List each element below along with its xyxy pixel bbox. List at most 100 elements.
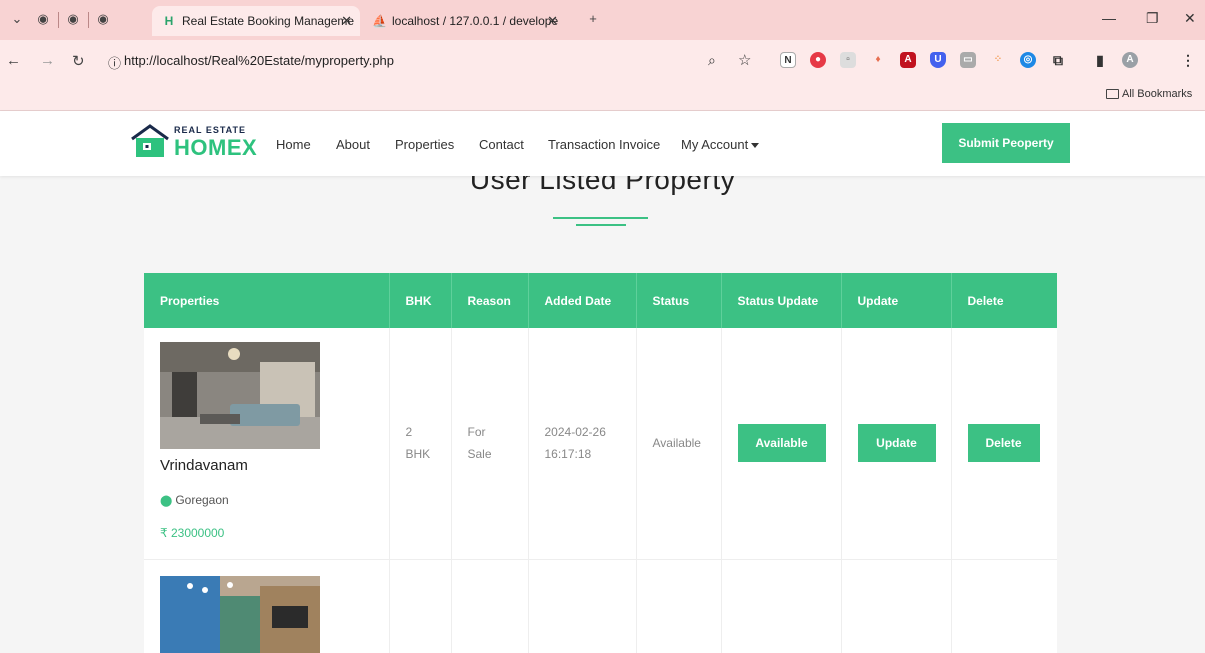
heading-underline <box>553 217 648 219</box>
bhk-cell: 2 BHK <box>389 328 452 560</box>
restore-icon[interactable]: ❐ <box>1146 10 1159 27</box>
forward-icon[interactable]: → <box>40 52 55 69</box>
house-logo-icon[interactable] <box>130 123 170 159</box>
property-cell <box>144 559 390 653</box>
folder-icon <box>1106 89 1119 99</box>
nav-about[interactable]: About <box>336 137 370 152</box>
status-cell <box>636 559 722 653</box>
submit-property-button[interactable]: Submit Peoperty <box>942 123 1070 163</box>
table-row: Vrindavanam ⬤ Goregaon ₹ 23000000 2 BHK Fo… <box>144 328 1057 560</box>
close-tab-icon[interactable]: ✕ <box>547 6 558 36</box>
divider <box>58 12 59 28</box>
column-header: Delete <box>951 273 1057 328</box>
minimize-icon[interactable]: — <box>1102 10 1116 26</box>
column-header: BHK <box>389 273 452 328</box>
delete-button[interactable]: Delete <box>967 424 1040 463</box>
nav-home[interactable]: Home <box>276 137 311 152</box>
extension-icon[interactable]: ♦ <box>870 52 886 68</box>
tab-real-estate[interactable]: H Real Estate Booking Manageme ✕ <box>152 6 360 36</box>
bhk-value: 2 <box>405 425 413 440</box>
column-header: Update <box>841 273 952 328</box>
logo-tagline: REAL ESTATE <box>174 125 247 135</box>
tab-title: localhost / 127.0.0.1 / develope <box>392 14 559 28</box>
heading-underline <box>576 224 626 226</box>
puzzle-icon[interactable]: ⧉ <box>1050 52 1066 68</box>
extension-icon[interactable]: ▭ <box>960 52 976 68</box>
property-cell: Vrindavanam ⬤ Goregaon ₹ 23000000 <box>144 328 390 560</box>
url-text[interactable]: http://localhost/Real%20Estate/mypropert… <box>124 53 394 68</box>
nav-my-account-label: My Account <box>681 137 749 152</box>
logo-wordmark[interactable]: HOMEX <box>174 135 257 161</box>
phpmyadmin-icon: ⛵ <box>372 14 387 28</box>
reason-cell <box>451 559 529 653</box>
info-icon[interactable]: ⓘ <box>108 53 121 72</box>
column-header: Added Date <box>528 273 637 328</box>
reason-cell: For Sale <box>451 328 529 560</box>
properties-table: Properties BHK Reason Added Date Status … <box>144 273 1057 653</box>
nav-contact[interactable]: Contact <box>479 137 524 152</box>
bookmarks-bar: All Bookmarks <box>0 82 1205 111</box>
shield-extension-icon[interactable]: U <box>930 52 946 68</box>
update-cell: Update <box>841 328 952 560</box>
update-button[interactable]: Update <box>857 424 936 463</box>
extension-icon[interactable]: ⁘ <box>990 52 1006 68</box>
property-image[interactable] <box>160 575 320 653</box>
column-header: Status Update <box>721 273 842 328</box>
extension-icon[interactable]: ▫ <box>840 52 856 68</box>
location-text: Goregaon <box>175 493 229 508</box>
status-available-button[interactable]: Available <box>737 424 826 463</box>
status-update-cell <box>721 559 842 653</box>
nav-my-account[interactable]: My Account <box>681 137 760 152</box>
nav-transaction-invoice[interactable]: Transaction Invoice <box>548 137 660 152</box>
property-price: ₹ 23000000 <box>160 526 225 541</box>
reload-icon[interactable]: ↻ <box>72 52 85 70</box>
kebab-menu-icon[interactable]: ⋮ <box>1180 52 1196 68</box>
zoom-icon[interactable]: ⌕ <box>708 52 716 69</box>
table-header-row: Properties BHK Reason Added Date Status … <box>144 273 1057 328</box>
extension-icon[interactable]: ● <box>810 52 826 68</box>
added-time: 16:17:18 <box>544 447 592 462</box>
update-cell <box>841 559 952 653</box>
side-panel-icon[interactable]: ▮ <box>1092 52 1108 68</box>
property-name[interactable]: Vrindavanam <box>160 455 389 477</box>
bhk-unit: BHK <box>405 447 431 462</box>
globe-icon[interactable]: ◉ <box>34 10 52 28</box>
nav-properties[interactable]: Properties <box>395 137 454 152</box>
extension-icon[interactable]: ◎ <box>1020 52 1036 68</box>
delete-cell: Delete <box>951 328 1057 560</box>
tab-phpmyadmin[interactable]: ⛵ localhost / 127.0.0.1 / develope ✕ <box>362 6 566 36</box>
browser-tab-bar: ⌄ ◉ ◉ ◉ H Real Estate Booking Manageme ✕ … <box>0 0 1205 40</box>
column-header: Reason <box>451 273 529 328</box>
extension-icon[interactable]: N <box>780 52 796 68</box>
property-location: ⬤ Goregaon <box>160 489 389 512</box>
added-date-cell <box>528 559 637 653</box>
globe-icon[interactable]: ◉ <box>94 10 112 28</box>
added-date-cell: 2024-02-26 16:17:18 <box>528 328 637 560</box>
column-header: Status <box>636 273 722 328</box>
reason-line: For <box>467 425 486 440</box>
close-tab-icon[interactable]: ✕ <box>341 6 352 36</box>
globe-icon[interactable]: ◉ <box>64 10 82 28</box>
bookmark-star-icon[interactable]: ☆ <box>738 51 751 69</box>
status-cell: Available <box>636 328 722 560</box>
added-date: 2024-02-26 <box>544 425 606 440</box>
divider <box>88 12 89 28</box>
tab-search-icon[interactable]: ⌄ <box>8 10 26 28</box>
status-text: Available <box>652 436 701 451</box>
table-row <box>144 559 1057 653</box>
caret-down-icon <box>751 143 760 149</box>
column-header: Properties <box>144 273 390 328</box>
all-bookmarks[interactable]: All Bookmarks <box>1122 88 1192 100</box>
map-pin-icon: ⬤ <box>160 495 173 508</box>
back-icon[interactable]: ← <box>6 52 21 69</box>
property-image[interactable] <box>160 342 320 450</box>
bhk-cell <box>389 559 452 653</box>
properties-table-container: Properties BHK Reason Added Date Status … <box>144 273 1057 653</box>
profile-avatar[interactable]: A <box>1122 52 1138 68</box>
status-update-cell: Available <box>721 328 842 560</box>
homex-favicon-icon: H <box>164 14 174 28</box>
delete-cell <box>951 559 1057 653</box>
pdf-extension-icon[interactable]: A <box>900 52 916 68</box>
new-tab-icon[interactable]: + <box>584 10 602 28</box>
close-window-icon[interactable]: ✕ <box>1184 10 1196 27</box>
